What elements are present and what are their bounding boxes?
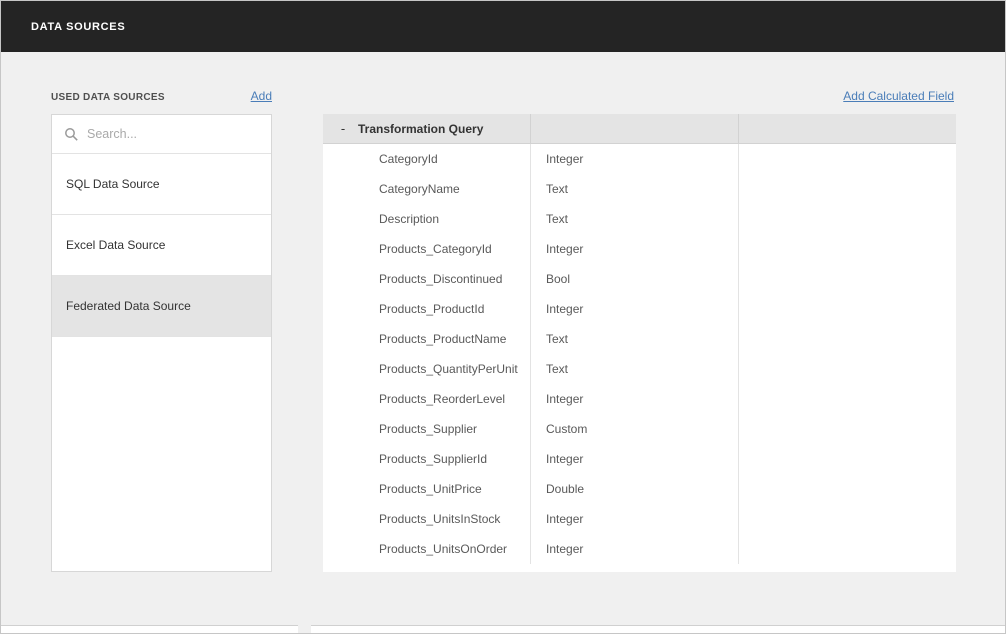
table-row[interactable]: Description Text bbox=[323, 204, 956, 234]
list-item-label: Federated Data Source bbox=[66, 299, 191, 313]
field-name: Products_ProductName bbox=[323, 324, 531, 354]
table-row[interactable]: Products_UnitsOnOrder Integer bbox=[323, 534, 956, 564]
field-name: Products_CategoryId bbox=[323, 234, 531, 264]
search-icon bbox=[65, 127, 78, 141]
field-empty-cell bbox=[739, 354, 956, 384]
table-row[interactable]: Products_UnitPrice Double bbox=[323, 474, 956, 504]
page-title: DATA SOURCES bbox=[31, 20, 126, 33]
field-name: Products_UnitsOnOrder bbox=[323, 534, 531, 564]
field-empty-cell bbox=[739, 504, 956, 534]
bottom-panel-right bbox=[311, 625, 1005, 633]
field-empty-cell bbox=[739, 234, 956, 264]
field-rows: CategoryId Integer CategoryName Text Des… bbox=[323, 144, 956, 564]
table-row[interactable]: Products_CategoryId Integer bbox=[323, 234, 956, 264]
table-header-cell-type bbox=[531, 114, 739, 143]
field-name: Products_ReorderLevel bbox=[323, 384, 531, 414]
table-header-row[interactable]: - Transformation Query bbox=[323, 114, 956, 144]
table-row[interactable]: CategoryId Integer bbox=[323, 144, 956, 174]
table-row[interactable]: CategoryName Text bbox=[323, 174, 956, 204]
field-name: Products_UnitsInStock bbox=[323, 504, 531, 534]
field-empty-cell bbox=[739, 174, 956, 204]
field-name: Products_QuantityPerUnit bbox=[323, 354, 531, 384]
field-empty-cell bbox=[739, 204, 956, 234]
field-empty-cell bbox=[739, 534, 956, 564]
field-type: Integer bbox=[531, 384, 739, 414]
field-type: Custom bbox=[531, 414, 739, 444]
table-row[interactable]: Products_QuantityPerUnit Text bbox=[323, 354, 956, 384]
add-calculated-field-link[interactable]: Add Calculated Field bbox=[843, 89, 954, 103]
field-empty-cell bbox=[739, 294, 956, 324]
table-row[interactable]: Products_ProductId Integer bbox=[323, 294, 956, 324]
list-item-excel-data-source[interactable]: Excel Data Source bbox=[52, 215, 271, 276]
field-empty-cell bbox=[739, 144, 956, 174]
field-type: Text bbox=[531, 204, 739, 234]
field-name: Products_ProductId bbox=[323, 294, 531, 324]
field-empty-cell bbox=[739, 264, 956, 294]
field-type: Double bbox=[531, 474, 739, 504]
field-type: Integer bbox=[531, 534, 739, 564]
table-header-cell-extra bbox=[739, 114, 956, 143]
fields-table: - Transformation Query CategoryId Intege… bbox=[323, 114, 956, 572]
collapse-minus-icon[interactable]: - bbox=[338, 121, 348, 136]
search-box[interactable] bbox=[52, 115, 271, 154]
field-type: Integer bbox=[531, 504, 739, 534]
table-row[interactable]: Products_ProductName Text bbox=[323, 324, 956, 354]
field-empty-cell bbox=[739, 414, 956, 444]
field-type: Text bbox=[531, 354, 739, 384]
field-name: Products_SupplierId bbox=[323, 444, 531, 474]
list-item-federated-data-source[interactable]: Federated Data Source bbox=[52, 276, 271, 337]
field-name: CategoryName bbox=[323, 174, 531, 204]
field-name: Products_Supplier bbox=[323, 414, 531, 444]
list-item-sql-data-source[interactable]: SQL Data Source bbox=[52, 154, 271, 215]
used-data-sources-label: USED DATA SOURCES bbox=[51, 92, 165, 103]
content-area: USED DATA SOURCES Add SQL Data Source Ex… bbox=[1, 52, 1005, 633]
field-name: Products_Discontinued bbox=[323, 264, 531, 294]
table-row[interactable]: Products_SupplierId Integer bbox=[323, 444, 956, 474]
field-name: CategoryId bbox=[323, 144, 531, 174]
table-row[interactable]: Products_UnitsInStock Integer bbox=[323, 504, 956, 534]
field-type: Integer bbox=[531, 234, 739, 264]
data-sources-panel: SQL Data Source Excel Data Source Federa… bbox=[51, 114, 272, 572]
field-empty-cell bbox=[739, 444, 956, 474]
field-empty-cell bbox=[739, 474, 956, 504]
field-type: Integer bbox=[531, 444, 739, 474]
app-window: DATA SOURCES USED DATA SOURCES Add SQL D… bbox=[0, 0, 1006, 634]
list-item-label: Excel Data Source bbox=[66, 238, 166, 252]
field-type: Integer bbox=[531, 144, 739, 174]
bottom-panel-left bbox=[1, 625, 298, 633]
field-type: Text bbox=[531, 174, 739, 204]
table-row[interactable]: Products_ReorderLevel Integer bbox=[323, 384, 956, 414]
field-name: Products_UnitPrice bbox=[323, 474, 531, 504]
field-type: Integer bbox=[531, 294, 739, 324]
field-empty-cell bbox=[739, 384, 956, 414]
used-data-sources-header: USED DATA SOURCES Add bbox=[51, 89, 272, 103]
add-data-source-link[interactable]: Add bbox=[251, 89, 272, 103]
field-type: Text bbox=[531, 324, 739, 354]
table-row[interactable]: Products_Supplier Custom bbox=[323, 414, 956, 444]
table-header-cell-query: - Transformation Query bbox=[323, 114, 531, 143]
field-empty-cell bbox=[739, 324, 956, 354]
titlebar: DATA SOURCES bbox=[1, 1, 1005, 52]
table-header-title: Transformation Query bbox=[358, 121, 484, 136]
table-row[interactable]: Products_Discontinued Bool bbox=[323, 264, 956, 294]
field-type: Bool bbox=[531, 264, 739, 294]
field-name: Description bbox=[323, 204, 531, 234]
list-item-label: SQL Data Source bbox=[66, 177, 160, 191]
search-input[interactable] bbox=[87, 127, 259, 141]
